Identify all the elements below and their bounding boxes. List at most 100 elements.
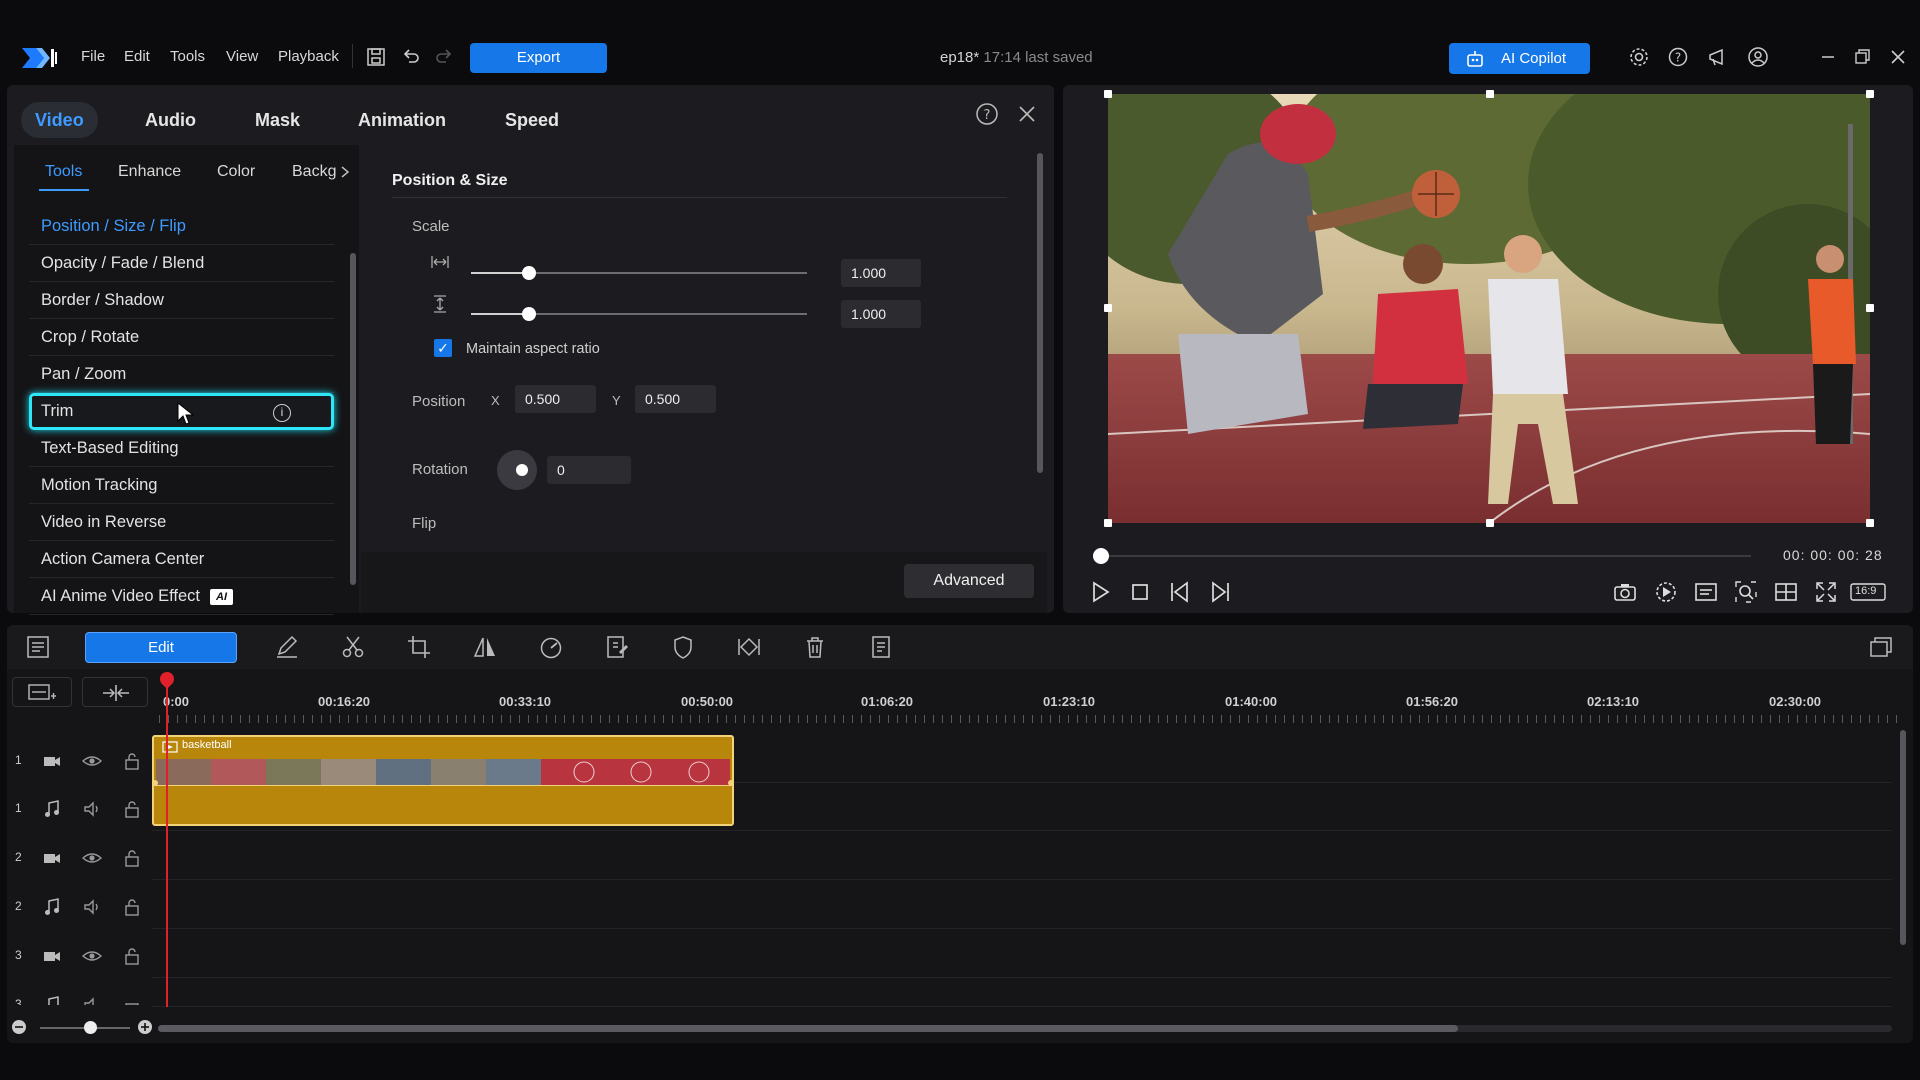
snapshot-camera-icon[interactable]: [1612, 579, 1638, 605]
menu-edit[interactable]: Edit: [124, 48, 150, 65]
timeline-scroll-thumb[interactable]: [158, 1025, 1458, 1032]
playhead-line[interactable]: [166, 682, 168, 1007]
position-x-input[interactable]: 0.500: [515, 385, 596, 413]
speed-gauge-icon[interactable]: [538, 634, 564, 660]
lock-icon[interactable]: [122, 897, 142, 917]
clip-handle-left[interactable]: [152, 780, 158, 786]
resize-handle-bc[interactable]: [1486, 519, 1494, 527]
help-icon[interactable]: ?: [975, 102, 999, 126]
audio-edit-icon[interactable]: [604, 634, 630, 660]
tools-scrollbar[interactable]: [350, 253, 356, 585]
rotation-dial[interactable]: [497, 450, 537, 490]
tool-crop-rotate[interactable]: Crop / Rotate: [29, 319, 334, 356]
tab-mask[interactable]: Mask: [255, 102, 300, 138]
tab-speed[interactable]: Speed: [505, 102, 559, 138]
resize-handle-br[interactable]: [1866, 519, 1874, 527]
redo-icon[interactable]: [433, 46, 455, 68]
edit-button[interactable]: Edit: [85, 632, 237, 663]
speaker-icon[interactable]: [82, 799, 102, 819]
tool-ai-anime-video-effect[interactable]: AI Anime Video Effect AI: [29, 578, 334, 615]
resize-handle-bl[interactable]: [1104, 519, 1112, 527]
previous-frame-icon[interactable]: [1167, 579, 1193, 605]
restore-icon[interactable]: [1851, 46, 1873, 68]
menu-playback[interactable]: Playback: [278, 48, 339, 65]
menu-tools[interactable]: Tools: [170, 48, 205, 65]
crop-icon[interactable]: [406, 634, 432, 660]
subtab-enhance[interactable]: Enhance: [118, 163, 181, 181]
resize-handle-tc[interactable]: [1486, 90, 1494, 98]
preview-quality-icon[interactable]: [1653, 579, 1679, 605]
tool-trim[interactable]: Trim i: [29, 393, 334, 430]
undo-icon[interactable]: [400, 46, 422, 68]
time-ruler[interactable]: 0:00 00:16:20 00:33:10 00:50:00 01:06:20…: [159, 682, 1899, 723]
properties-scrollbar[interactable]: [1037, 153, 1043, 473]
next-frame-icon[interactable]: [1207, 579, 1233, 605]
play-icon[interactable]: [1087, 579, 1113, 605]
help-icon[interactable]: ?: [1667, 46, 1689, 68]
tab-video[interactable]: Video: [21, 102, 98, 138]
video-preview[interactable]: [1108, 94, 1870, 523]
rotation-input[interactable]: 0: [547, 456, 631, 484]
layout-grid-icon[interactable]: [1773, 579, 1799, 605]
subtab-color[interactable]: Color: [217, 163, 255, 181]
lock-icon[interactable]: [122, 848, 142, 868]
lock-icon[interactable]: [122, 946, 142, 966]
info-icon[interactable]: i: [273, 404, 291, 422]
track-manager-button[interactable]: [12, 677, 72, 707]
pen-edit-icon[interactable]: [274, 634, 300, 660]
resize-handle-mr[interactable]: [1866, 304, 1874, 312]
shield-mask-icon[interactable]: [670, 634, 696, 660]
scale-width-input[interactable]: 1.000: [841, 259, 921, 287]
account-icon[interactable]: [1747, 46, 1769, 68]
tool-video-in-reverse[interactable]: Video in Reverse: [29, 504, 334, 541]
track-audio-2[interactable]: [152, 881, 1892, 929]
delete-trash-icon[interactable]: [802, 634, 828, 660]
eye-icon[interactable]: [82, 751, 102, 771]
zoom-in-icon[interactable]: [137, 1019, 153, 1035]
tool-position-size-flip[interactable]: Position / Size / Flip: [29, 208, 334, 245]
close-window-icon[interactable]: [1887, 46, 1909, 68]
scissors-icon[interactable]: [340, 634, 366, 660]
subtab-tools[interactable]: Tools: [45, 163, 82, 181]
track-video-3[interactable]: [152, 930, 1892, 978]
tool-action-camera-center[interactable]: Action Camera Center: [29, 541, 334, 578]
tab-animation[interactable]: Animation: [358, 102, 446, 138]
resize-handle-tr[interactable]: [1866, 90, 1874, 98]
lock-icon[interactable]: [122, 799, 142, 819]
scale-width-knob[interactable]: [522, 266, 536, 280]
keyframe-icon[interactable]: [736, 634, 762, 660]
position-y-input[interactable]: 0.500: [635, 385, 716, 413]
megaphone-icon[interactable]: [1707, 46, 1729, 68]
scale-height-input[interactable]: 1.000: [841, 300, 921, 328]
fit-timeline-button[interactable]: [82, 677, 148, 707]
close-panel-icon[interactable]: [1017, 104, 1037, 124]
media-library-icon[interactable]: [1868, 634, 1894, 660]
subtab-background[interactable]: Backg: [292, 163, 336, 181]
timeline-clip-basketball[interactable]: basketball: [152, 735, 734, 826]
lock-icon[interactable]: [122, 751, 142, 771]
eye-icon[interactable]: [82, 946, 102, 966]
export-button[interactable]: Export: [470, 43, 607, 73]
ai-copilot-button[interactable]: AI Copilot: [1449, 43, 1590, 74]
eye-icon[interactable]: [82, 848, 102, 868]
timeline-vertical-scrollbar[interactable]: [1900, 730, 1906, 945]
menu-view[interactable]: View: [226, 48, 258, 65]
maintain-aspect-checkbox[interactable]: ✓: [434, 339, 452, 357]
more-tools-icon[interactable]: [868, 634, 894, 660]
preview-scrubber-knob[interactable]: [1093, 548, 1109, 564]
lock-icon[interactable]: [122, 995, 142, 1005]
timeline-horizontal-scrollbar[interactable]: [158, 1025, 1892, 1032]
minimize-icon[interactable]: [1817, 46, 1839, 68]
tool-border-shadow[interactable]: Border / Shadow: [29, 282, 334, 319]
resize-handle-tl[interactable]: [1104, 90, 1112, 98]
timeline-zoom-knob[interactable]: [84, 1021, 97, 1034]
save-icon[interactable]: [365, 46, 387, 68]
flip-icon[interactable]: [472, 634, 498, 660]
tool-pan-zoom[interactable]: Pan / Zoom: [29, 356, 334, 393]
chevron-right-icon[interactable]: [339, 165, 351, 179]
tool-motion-tracking[interactable]: Motion Tracking: [29, 467, 334, 504]
track-audio-3[interactable]: [152, 979, 1892, 1007]
settings-gear-icon[interactable]: [1628, 46, 1650, 68]
zoom-out-icon[interactable]: [11, 1019, 27, 1035]
menu-file[interactable]: File: [81, 48, 105, 65]
